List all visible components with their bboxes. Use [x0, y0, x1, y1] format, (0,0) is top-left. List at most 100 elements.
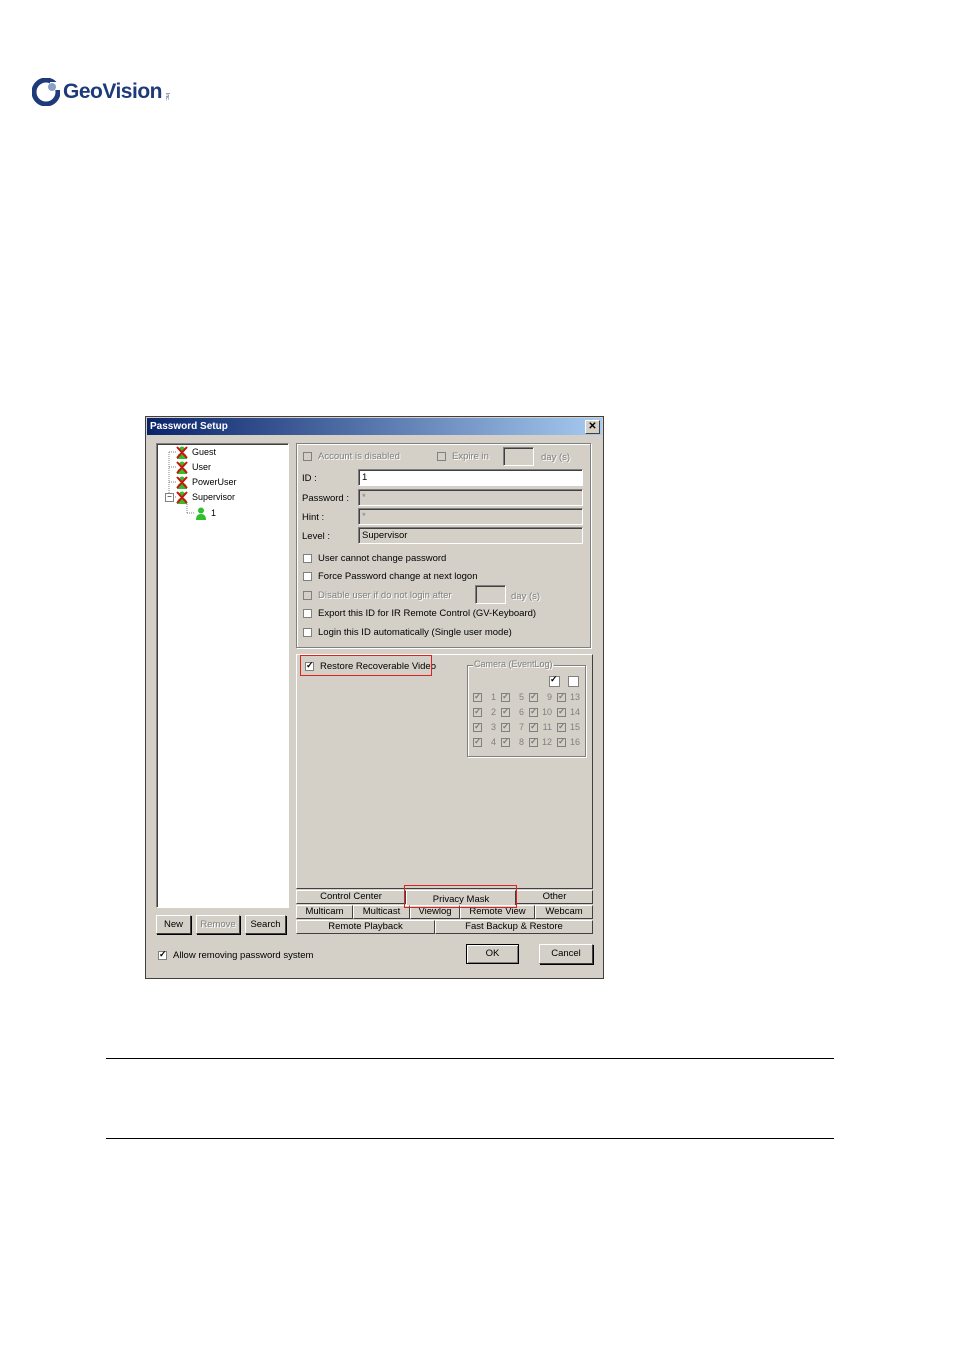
tree-expander[interactable]: − [165, 493, 174, 502]
disable-days-field[interactable] [475, 585, 506, 604]
remove-button[interactable]: Remove [196, 915, 240, 934]
clear-all-checkbox[interactable] [568, 676, 579, 687]
cancel-button[interactable]: Cancel [539, 944, 593, 964]
tree-item-label: User [192, 462, 212, 472]
camera-number: 11 [542, 722, 552, 732]
user-disabled-icon [176, 475, 188, 489]
id-field[interactable]: 1 [358, 469, 583, 486]
geovision-logo-mark [31, 77, 61, 107]
tab-remote-view[interactable]: Remote View [460, 905, 535, 919]
disable-after-option[interactable]: Disable user if do not login after [303, 590, 452, 601]
tab-multicam[interactable]: Multicam [296, 905, 353, 919]
close-button[interactable]: ✕ [585, 420, 600, 434]
allow-removing-option[interactable]: Allow removing password system [158, 949, 314, 961]
camera-14-option[interactable]: 14 [557, 706, 580, 717]
camera-checkbox[interactable] [473, 691, 482, 702]
restore-video-option[interactable]: Restore Recoverable Video [305, 660, 436, 672]
camera-checkbox[interactable] [501, 721, 510, 732]
camera-checkbox[interactable] [529, 736, 538, 747]
camera-4-option[interactable]: 4 [473, 736, 496, 747]
expire-in-label: Expire in [452, 451, 489, 462]
export-checkbox[interactable] [303, 609, 312, 618]
tab-remote-playback[interactable]: Remote Playback [296, 920, 435, 934]
camera-checkbox[interactable] [501, 691, 510, 702]
camera-eventlog-group: Camera (EventLog) 1234567891011121314151… [467, 659, 586, 757]
camera-11-option[interactable]: 11 [529, 721, 552, 732]
camera-1-option[interactable]: 1 [473, 691, 496, 702]
camera-number: 7 [518, 722, 524, 732]
tree-item-label: Supervisor [192, 492, 236, 502]
expire-days-field[interactable] [503, 447, 534, 466]
export-option[interactable]: Export this ID for IR Remote Control (GV… [303, 608, 536, 619]
camera-checkbox[interactable] [501, 736, 510, 747]
tree-item-poweruser[interactable]: PowerUser [176, 475, 237, 489]
force-change-option[interactable]: Force Password change at next logon [303, 571, 477, 582]
camera-9-option[interactable]: 9 [529, 691, 552, 702]
camera-12-option[interactable]: 12 [529, 736, 552, 747]
camera-checkbox[interactable] [557, 691, 566, 702]
expire-in-checkbox[interactable] [437, 452, 446, 461]
camera-7-option[interactable]: 7 [501, 721, 524, 732]
tab-webcam[interactable]: Webcam [535, 905, 593, 919]
account-disabled-label: Account is disabled [318, 451, 400, 462]
tab-multicast[interactable]: Multicast [353, 905, 410, 919]
camera-15-option[interactable]: 15 [557, 721, 580, 732]
ok-button[interactable]: OK [466, 944, 519, 964]
camera-5-option[interactable]: 5 [501, 691, 524, 702]
camera-2-option[interactable]: 2 [473, 706, 496, 717]
camera-number: 13 [569, 692, 580, 702]
camera-checkbox[interactable] [529, 721, 538, 732]
camera-8-option[interactable]: 8 [501, 736, 524, 747]
tree-item-supervisor[interactable]: Supervisor [176, 490, 235, 504]
user-tree[interactable]: − Guest User PowerUser Supervisor 1 [156, 443, 289, 908]
camera-16-option[interactable]: 16 [557, 736, 580, 747]
tab-privacy-mask[interactable]: Privacy Mask [406, 890, 516, 905]
tree-item-label: 1 [211, 508, 217, 518]
camera-checkbox[interactable] [473, 721, 482, 732]
restore-video-checkbox[interactable] [305, 660, 314, 671]
tab-control-center[interactable]: Control Center [296, 890, 406, 904]
account-disabled-option[interactable]: Account is disabled [303, 451, 400, 462]
login-auto-label: Login this ID automatically (Single user… [318, 627, 512, 638]
camera-checkbox[interactable] [557, 736, 566, 747]
camera-checkbox[interactable] [557, 721, 566, 732]
force-change-checkbox[interactable] [303, 572, 312, 581]
camera-3-option[interactable]: 3 [473, 721, 496, 732]
tab-viewlog[interactable]: Viewlog [410, 905, 460, 919]
login-auto-checkbox[interactable] [303, 628, 312, 637]
allow-removing-checkbox[interactable] [158, 949, 167, 960]
select-all-checkbox[interactable] [549, 674, 560, 687]
tab-other[interactable]: Other [516, 890, 593, 904]
camera-number: 4 [490, 737, 496, 747]
search-button[interactable]: Search [245, 915, 286, 934]
hint-field[interactable]: * [358, 508, 583, 525]
camera-number: 12 [541, 737, 552, 747]
expire-day-unit: day (s) [541, 452, 571, 463]
tab-fast-backup-restore[interactable]: Fast Backup & Restore [435, 920, 593, 934]
password-field[interactable]: * [358, 489, 583, 506]
camera-13-option[interactable]: 13 [557, 691, 580, 702]
camera-checkbox[interactable] [557, 706, 566, 717]
account-disabled-checkbox[interactable] [303, 452, 312, 461]
camera-6-option[interactable]: 6 [501, 706, 524, 717]
camera-number: 15 [569, 722, 580, 732]
privacy-mask-page: Restore Recoverable Video Camera (EventL… [296, 654, 593, 889]
camera-10-option[interactable]: 10 [529, 706, 552, 717]
tree-item-1[interactable]: 1 [195, 506, 216, 520]
tree-item-label: PowerUser [192, 477, 237, 487]
cannot-change-checkbox[interactable] [303, 554, 312, 563]
camera-checkbox[interactable] [473, 736, 482, 747]
tree-item-guest[interactable]: Guest [176, 445, 216, 459]
cannot-change-option[interactable]: User cannot change password [303, 553, 446, 564]
allow-removing-label: Allow removing password system [173, 950, 314, 961]
disable-after-checkbox[interactable] [303, 591, 312, 600]
new-button[interactable]: New [156, 915, 191, 934]
camera-checkbox[interactable] [529, 706, 538, 717]
camera-checkbox[interactable] [529, 691, 538, 702]
login-auto-option[interactable]: Login this ID automatically (Single user… [303, 627, 512, 638]
tree-item-user[interactable]: User [176, 460, 211, 474]
camera-checkbox[interactable] [473, 706, 482, 717]
level-field[interactable]: Supervisor [358, 527, 583, 544]
camera-checkbox[interactable] [501, 706, 510, 717]
expire-in-option[interactable]: Expire in [437, 451, 489, 462]
